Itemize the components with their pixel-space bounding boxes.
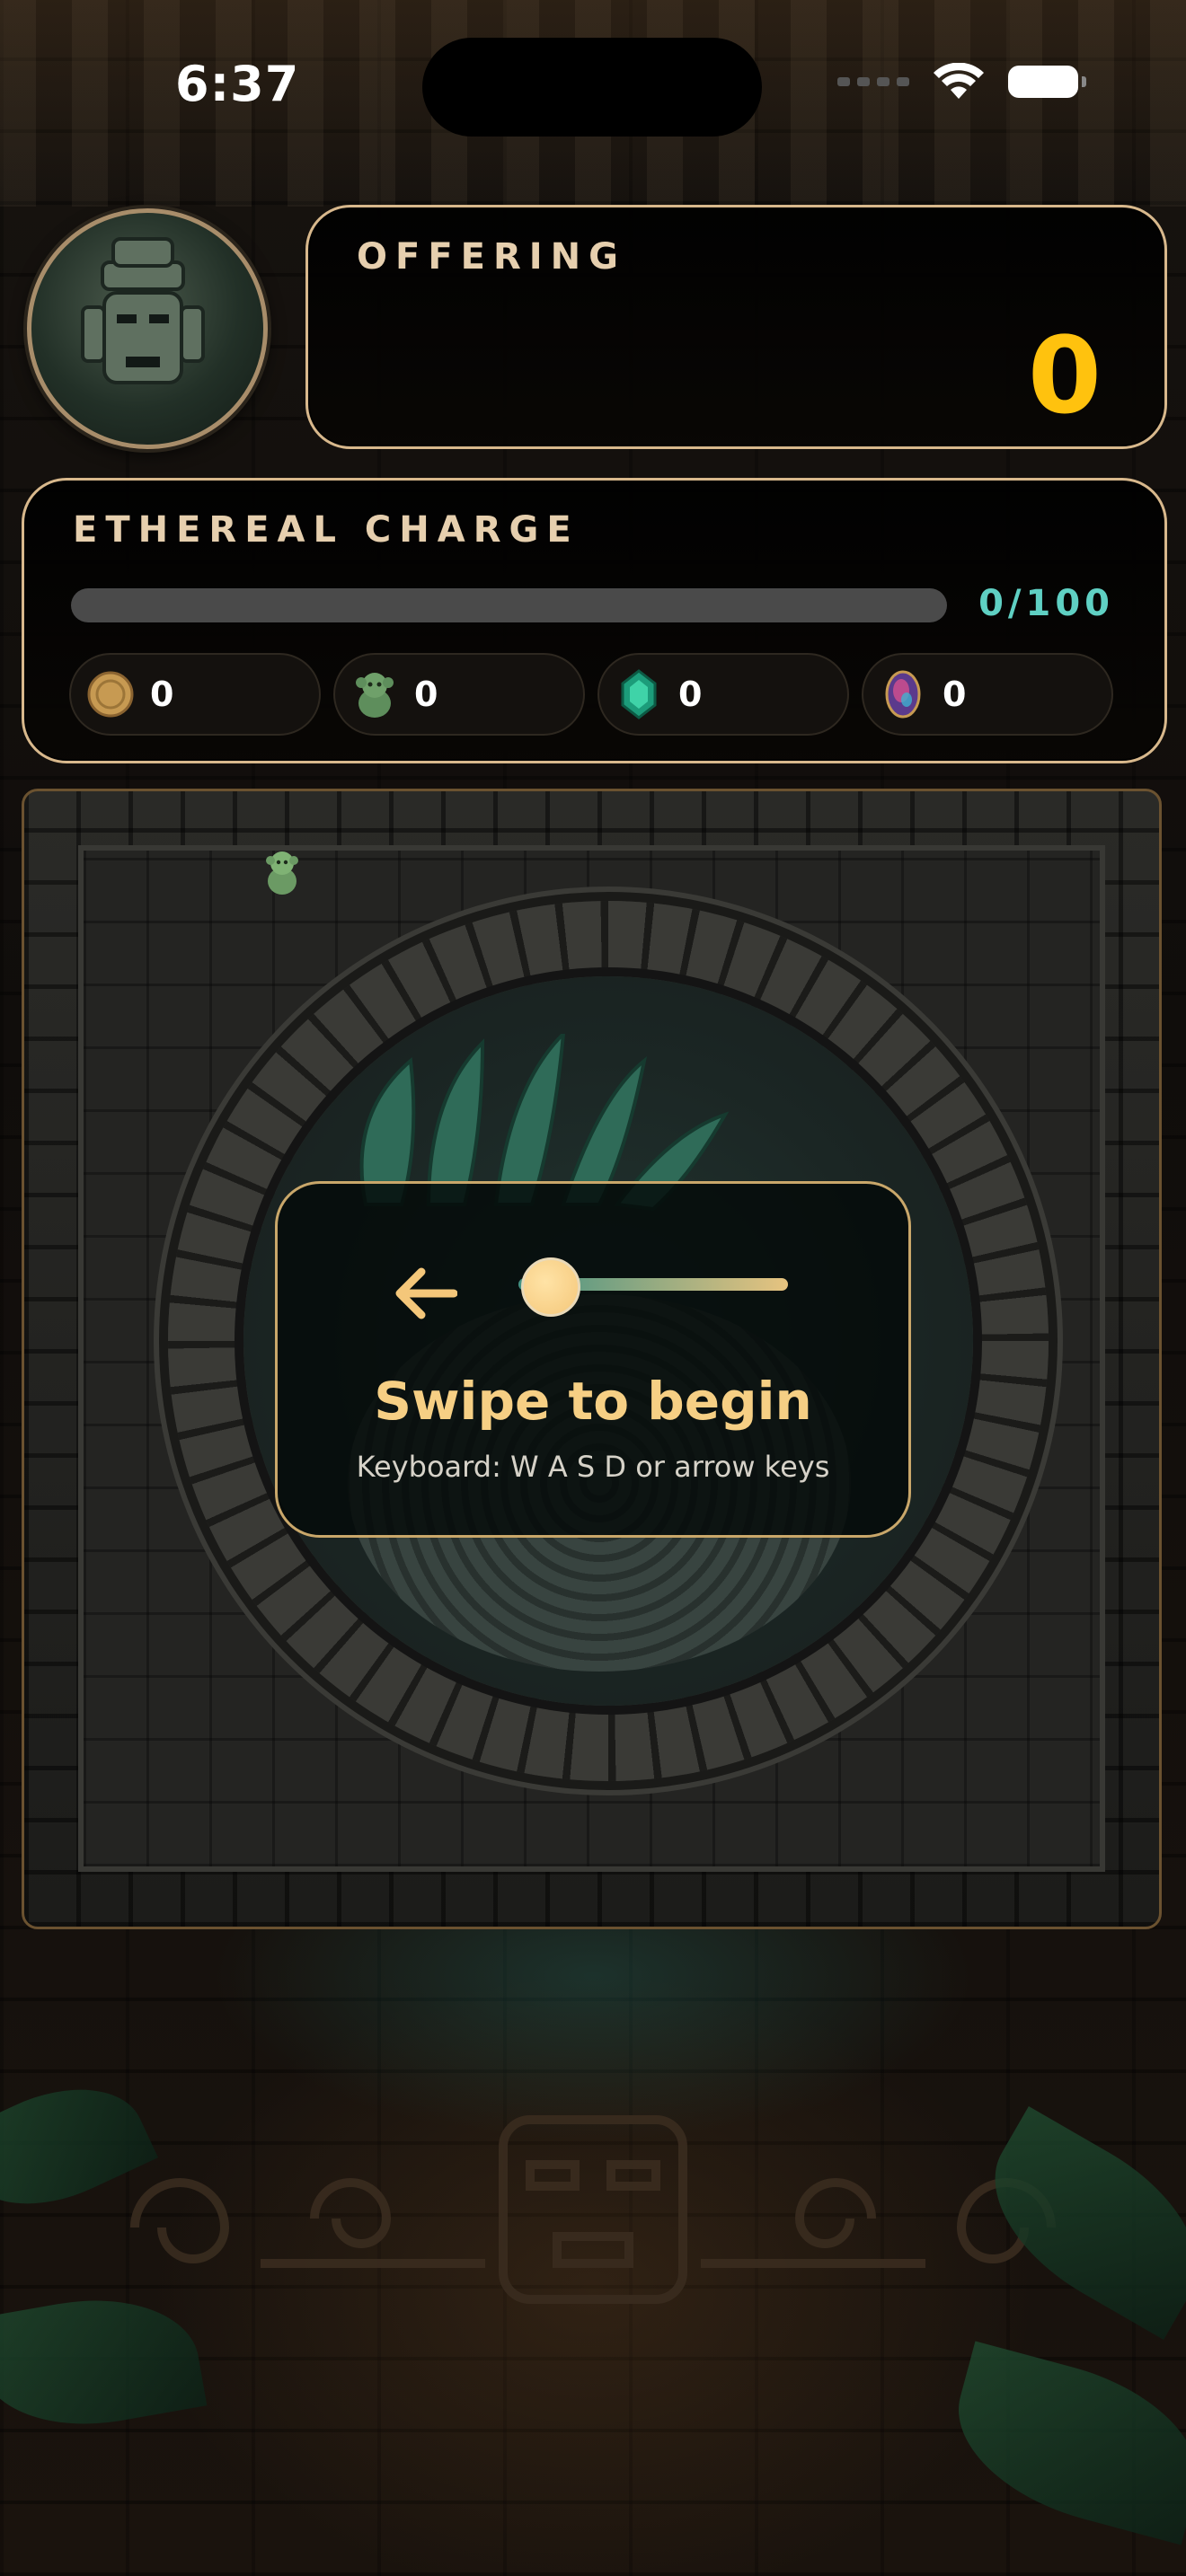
- ethereal-charge-panel: ETHEREAL CHARGE 0/100 0 0 0 0: [22, 478, 1167, 763]
- jade-monkey-icon: [356, 673, 394, 718]
- emerald-gem-icon: [621, 669, 657, 719]
- offering-value: 0: [1027, 313, 1102, 437]
- charge-progress-text: 0/100: [978, 583, 1114, 624]
- dynamic-island: [422, 38, 762, 137]
- mayan-mask-medallion[interactable]: [27, 208, 268, 449]
- gold-coin-icon: [87, 671, 134, 718]
- status-time: 6:37: [175, 56, 300, 112]
- opal-gem-icon: [885, 670, 921, 719]
- hint-title: Swipe to begin: [374, 1371, 812, 1432]
- hint-subtitle: Keyboard: W A S D or arrow keys: [356, 1450, 830, 1484]
- resource-gold: 0: [69, 653, 321, 736]
- resource-counters: 0 0 0 0: [69, 653, 1113, 736]
- resource-count: 0: [150, 675, 174, 714]
- cellular-signal-icon: [837, 77, 909, 86]
- resource-emerald: 0: [597, 653, 849, 736]
- ethereal-charge-label: ETHEREAL CHARGE: [73, 509, 580, 551]
- carved-face-relief: [130, 2115, 1056, 2304]
- swipe-finger-dot: [521, 1257, 580, 1317]
- resource-monkey: 0: [333, 653, 585, 736]
- wifi-icon: [934, 63, 984, 99]
- swipe-hint-card: Swipe to begin Keyboard: W A S D or arro…: [275, 1181, 911, 1538]
- resource-opal: 0: [862, 653, 1113, 736]
- resource-count: 0: [678, 675, 703, 714]
- offering-panel: OFFERING 0: [305, 205, 1167, 449]
- charge-progress-bar: [71, 588, 947, 622]
- status-icons: [837, 63, 1086, 101]
- resource-count: 0: [414, 675, 438, 714]
- arrow-left-icon: [395, 1267, 457, 1319]
- resource-count: 0: [943, 675, 967, 714]
- battery-icon: [1008, 66, 1086, 98]
- mask-face-icon: [81, 237, 205, 384]
- offering-label: OFFERING: [357, 236, 626, 278]
- jade-monkey-piece-icon: [266, 851, 298, 895]
